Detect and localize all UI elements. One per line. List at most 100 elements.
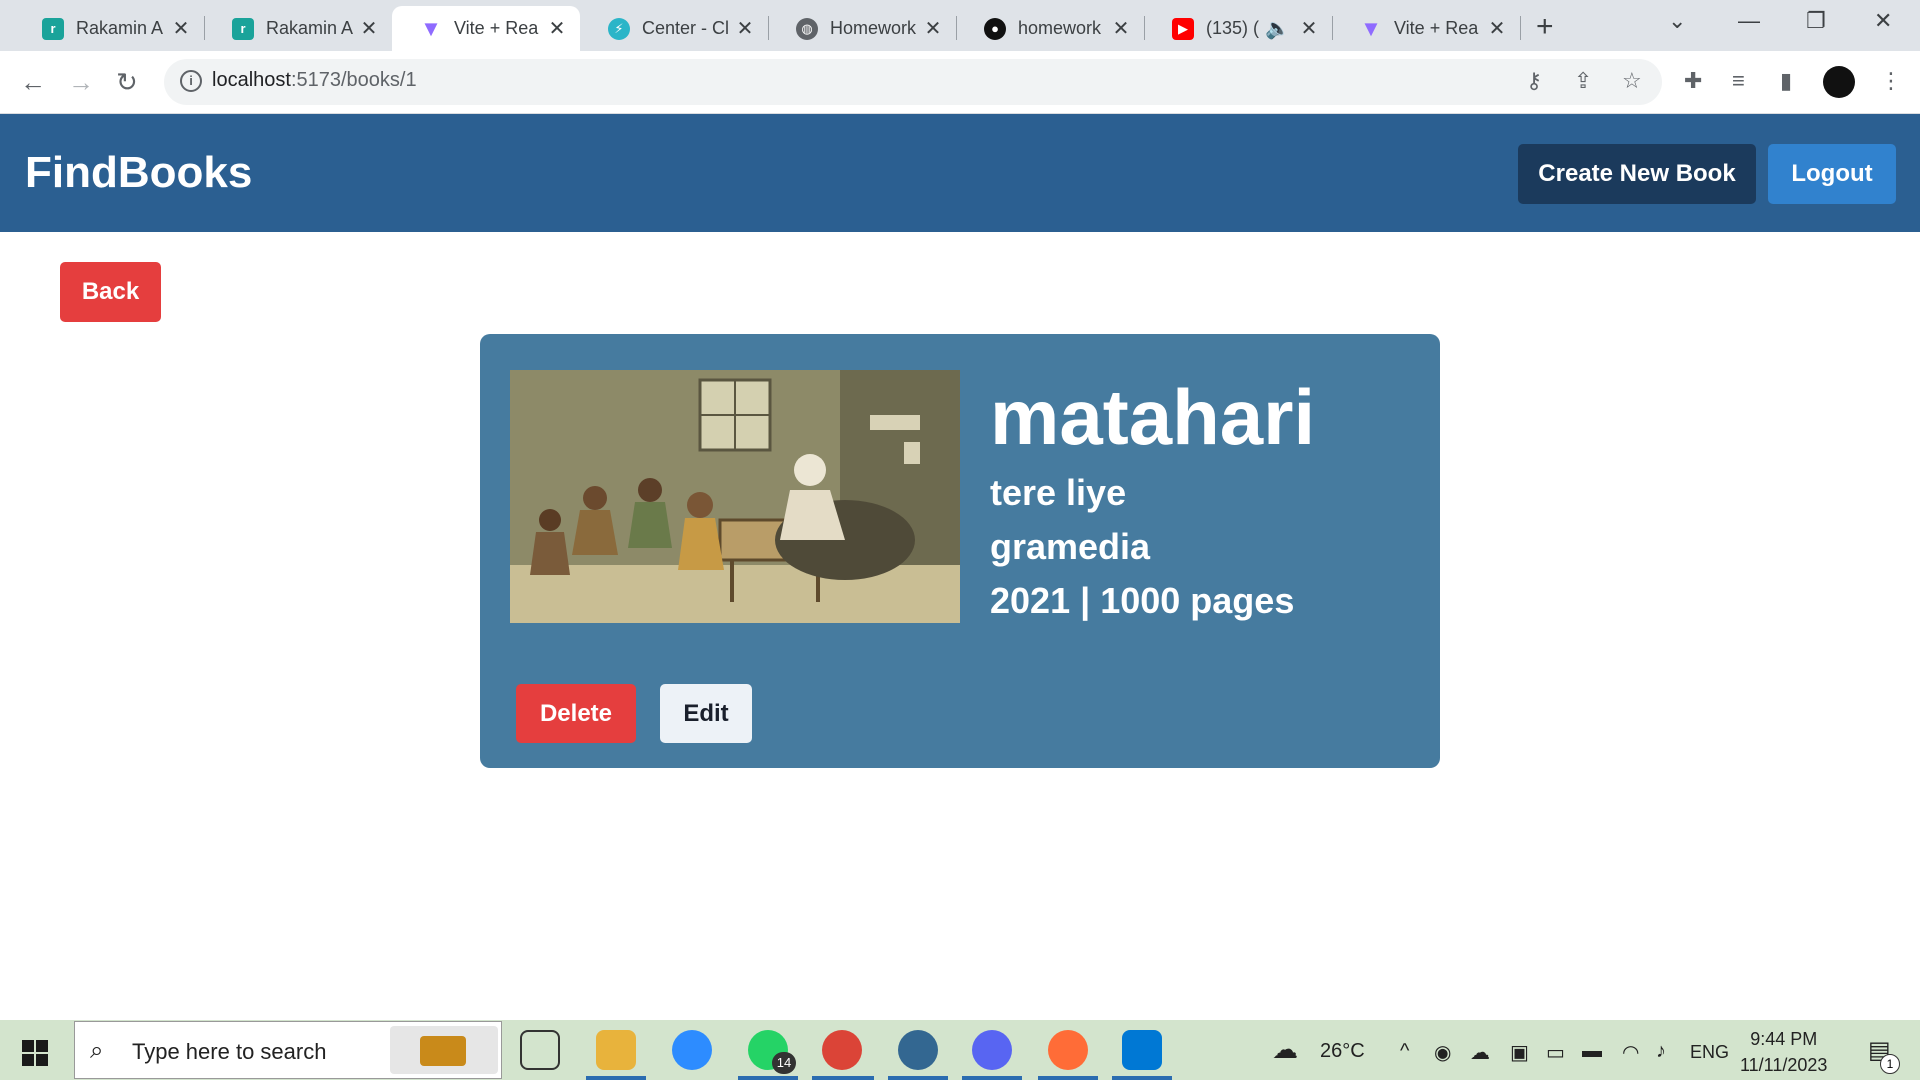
browser-tab-5[interactable]: ◍ Homework ✕ bbox=[768, 6, 957, 51]
book-publisher: gramedia bbox=[990, 526, 1151, 567]
briefcase-icon[interactable] bbox=[390, 1026, 498, 1074]
tab-title: Vite + Rea bbox=[1394, 18, 1479, 38]
back-arrow-icon[interactable]: ← bbox=[20, 67, 46, 98]
globe-favicon-icon: ◍ bbox=[796, 17, 818, 40]
tab-title: (135) ( bbox=[1206, 18, 1260, 38]
tab-title: Center - Cl bbox=[642, 18, 730, 38]
edit-button[interactable]: Edit bbox=[660, 684, 752, 743]
close-tab-icon[interactable]: ✕ bbox=[922, 16, 944, 41]
postman-icon[interactable] bbox=[1048, 1030, 1088, 1070]
language-indicator[interactable]: ENG bbox=[1690, 1042, 1729, 1063]
clock-time: 9:44 PM bbox=[1750, 1029, 1818, 1049]
vite-favicon-icon: ▼ bbox=[420, 15, 442, 41]
display-icon[interactable]: ▭ bbox=[1546, 1040, 1565, 1065]
vscode-icon[interactable] bbox=[1122, 1030, 1162, 1070]
rakamin-favicon-icon: r bbox=[232, 17, 254, 40]
profile-avatar[interactable] bbox=[1823, 66, 1855, 98]
browser-tab-7[interactable]: ▶ (135) ( 🔈 ✕ bbox=[1144, 6, 1333, 51]
zoom-icon[interactable] bbox=[672, 1030, 712, 1070]
chevron-up-icon[interactable]: ^ bbox=[1400, 1040, 1409, 1063]
tab-separator bbox=[1520, 16, 1521, 40]
color-wheel-icon[interactable]: ◉ bbox=[1434, 1040, 1451, 1065]
task-view-icon[interactable] bbox=[520, 1030, 560, 1070]
brand-logo[interactable]: FindBooks bbox=[25, 148, 252, 198]
book-title: matahari bbox=[990, 373, 1316, 461]
media-control-icon[interactable]: ≡ bbox=[1732, 68, 1745, 94]
restore-icon[interactable]: ❐ bbox=[1806, 8, 1826, 34]
windows-start-icon[interactable] bbox=[22, 1040, 48, 1066]
close-tab-icon[interactable]: ✕ bbox=[1110, 16, 1132, 41]
cloud-icon[interactable]: ☁ bbox=[1470, 1040, 1490, 1065]
active-indicator bbox=[738, 1076, 798, 1080]
whatsapp-badge: 14 bbox=[772, 1052, 796, 1074]
clock-date: 11/11/2023 bbox=[1740, 1055, 1828, 1075]
tab-title: Rakamin A bbox=[76, 18, 164, 38]
active-indicator bbox=[812, 1076, 874, 1080]
close-tab-icon[interactable]: ✕ bbox=[546, 16, 568, 41]
browser-tab-8[interactable]: ▼ Vite + Rea ✕ bbox=[1332, 6, 1521, 51]
browser-tab-2[interactable]: r Rakamin A ✕ bbox=[204, 6, 392, 51]
volume-icon[interactable]: ♪ bbox=[1656, 1040, 1666, 1063]
key-icon[interactable]: ⚷ bbox=[1526, 68, 1542, 94]
system-clock[interactable]: 9:44 PM 11/11/2023 bbox=[1740, 1026, 1827, 1078]
wifi-icon[interactable]: ◠ bbox=[1622, 1040, 1639, 1065]
active-indicator bbox=[1112, 1076, 1172, 1080]
close-tab-icon[interactable]: ✕ bbox=[734, 16, 756, 41]
forward-arrow-icon[interactable]: → bbox=[68, 67, 94, 98]
meet-icon[interactable]: ▣ bbox=[1510, 1040, 1529, 1065]
minimize-icon[interactable]: — bbox=[1738, 8, 1760, 34]
new-tab-icon[interactable]: + bbox=[1536, 10, 1554, 44]
meta-separator: | bbox=[1080, 580, 1091, 621]
active-indicator bbox=[1038, 1076, 1098, 1080]
notification-count: 1 bbox=[1880, 1054, 1900, 1074]
active-indicator bbox=[586, 1076, 646, 1080]
logout-button[interactable]: Logout bbox=[1768, 144, 1896, 204]
youtube-favicon-icon: ▶ bbox=[1172, 17, 1194, 40]
close-tab-icon[interactable]: ✕ bbox=[358, 16, 380, 41]
close-tab-icon[interactable]: ✕ bbox=[1486, 16, 1508, 41]
bookmark-star-icon[interactable]: ☆ bbox=[1622, 68, 1642, 94]
chrome-icon[interactable] bbox=[822, 1030, 862, 1070]
book-year: 2021 bbox=[990, 580, 1071, 621]
browser-tab-3-active[interactable]: ▼ Vite + Rea ✕ bbox=[392, 6, 580, 51]
create-new-book-button[interactable]: Create New Book bbox=[1518, 144, 1756, 204]
share-icon[interactable]: ⇪ bbox=[1574, 68, 1592, 94]
speaker-icon[interactable]: 🔈 bbox=[1265, 16, 1290, 41]
side-panel-icon[interactable]: ▮ bbox=[1780, 68, 1792, 94]
book-author: tere liye bbox=[990, 472, 1127, 513]
tab-title: Vite + Rea bbox=[454, 18, 539, 38]
extensions-icon[interactable]: ✚ bbox=[1684, 68, 1702, 94]
delete-button[interactable]: Delete bbox=[516, 684, 636, 743]
vite-favicon-icon: ▼ bbox=[1360, 15, 1382, 41]
book-pages: 1000 pages bbox=[1100, 580, 1295, 621]
active-indicator bbox=[962, 1076, 1022, 1080]
book-cover-image bbox=[510, 370, 960, 623]
close-tab-icon[interactable]: ✕ bbox=[1298, 16, 1320, 41]
book-year-pages: 2021 | 1000 pages bbox=[990, 580, 1294, 622]
file-explorer-icon[interactable] bbox=[596, 1030, 636, 1070]
tab-title: Homework bbox=[830, 18, 917, 38]
search-icon: ⌕ bbox=[90, 1037, 104, 1064]
close-window-icon[interactable]: ✕ bbox=[1874, 8, 1892, 34]
address-url[interactable]: localhost:5173/books/1 bbox=[212, 69, 417, 92]
browser-tab-4[interactable]: ⚡ Center - Cl ✕ bbox=[580, 6, 769, 51]
active-indicator bbox=[888, 1076, 948, 1080]
reload-icon[interactable]: ↻ bbox=[116, 67, 138, 98]
postgres-icon[interactable] bbox=[898, 1030, 938, 1070]
weather-icon[interactable]: ☁ bbox=[1272, 1034, 1298, 1065]
tab-search-chevron-icon[interactable]: ⌄ bbox=[1668, 8, 1686, 34]
browser-tab-1[interactable]: r Rakamin A ✕ bbox=[14, 6, 205, 51]
weather-temp[interactable]: 26°C bbox=[1320, 1040, 1365, 1063]
menu-dots-icon[interactable]: ⋮ bbox=[1880, 68, 1902, 94]
tab-title: Rakamin A bbox=[266, 18, 354, 38]
browser-tab-6[interactable]: ● homework ✕ bbox=[956, 6, 1145, 51]
info-icon[interactable]: i bbox=[180, 70, 202, 92]
tab-title: homework bbox=[1018, 18, 1102, 38]
github-favicon-icon: ● bbox=[984, 17, 1006, 40]
discord-icon[interactable] bbox=[972, 1030, 1012, 1070]
center-favicon-icon: ⚡ bbox=[608, 17, 630, 40]
back-button[interactable]: Back bbox=[60, 262, 161, 322]
taskbar-search-placeholder[interactable]: Type here to search bbox=[132, 1039, 326, 1065]
battery-icon[interactable]: ▬ bbox=[1582, 1040, 1602, 1063]
close-tab-icon[interactable]: ✕ bbox=[170, 16, 192, 41]
